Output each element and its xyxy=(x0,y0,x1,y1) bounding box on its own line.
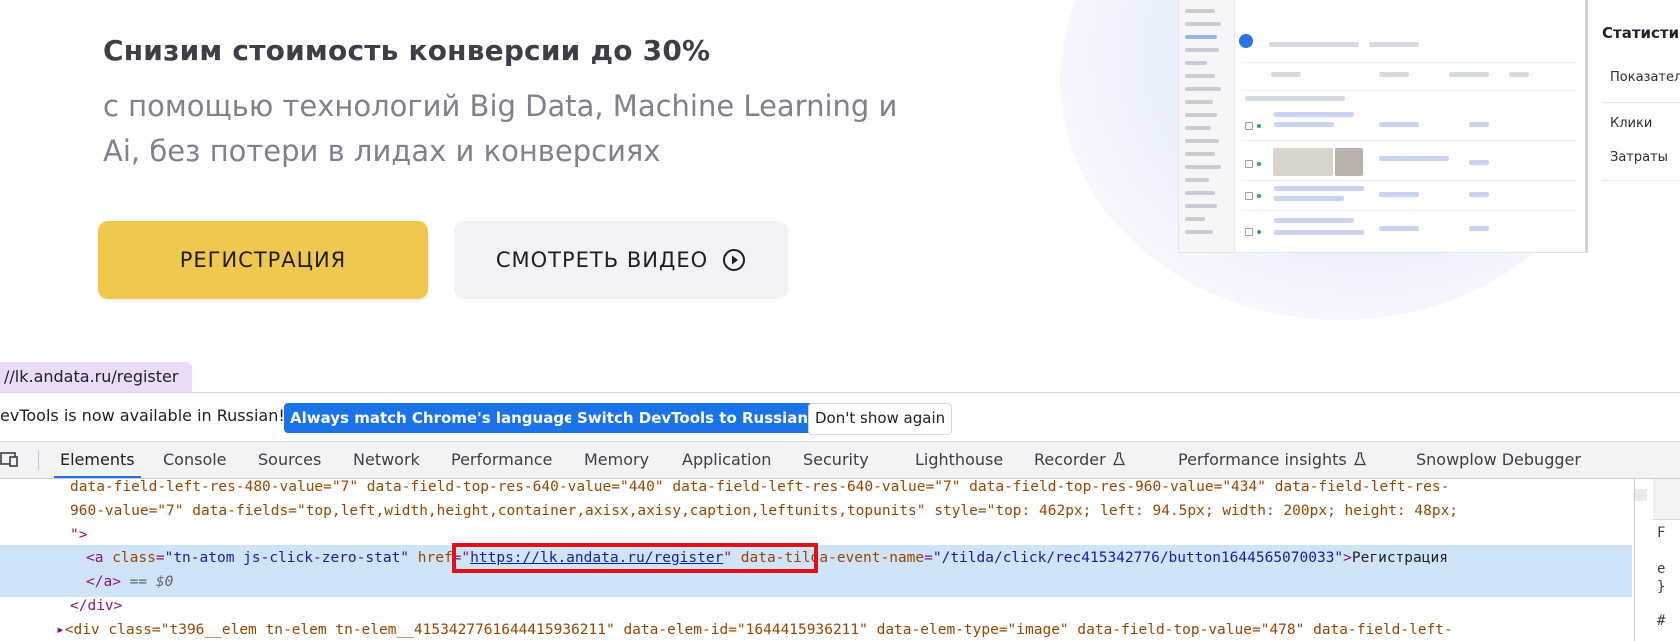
tab-network[interactable]: Network xyxy=(353,442,420,478)
dashboard-screenshot xyxy=(1178,0,1588,253)
dom-line[interactable]: 960-value="7" data-fields="top,left,widt… xyxy=(70,499,1458,523)
link-url-tooltip: //lk.andata.ru/register xyxy=(0,362,193,392)
device-toolbar-icon[interactable] xyxy=(0,451,18,467)
devtools-tabbar: Elements Console Sources Network Perform… xyxy=(0,442,1680,479)
dom-line[interactable]: "> xyxy=(70,523,87,547)
styles-tab-strip xyxy=(1653,479,1680,520)
tab-application[interactable]: Application xyxy=(682,442,771,478)
experimental-flask-icon xyxy=(1112,452,1125,466)
watch-video-button[interactable]: СМОТРЕТЬ ВИДЕО xyxy=(454,221,788,299)
dom-line[interactable]: </a> == $0 xyxy=(86,570,173,594)
tab-performance[interactable]: Performance xyxy=(451,442,552,478)
infobar-text: evTools is now available in Russian! xyxy=(0,406,285,425)
tab-elements[interactable]: Elements xyxy=(54,442,141,478)
tab-security[interactable]: Security xyxy=(803,442,869,478)
experimental-flask-icon xyxy=(1353,452,1366,466)
always-match-language-button[interactable]: Always match Chrome's language xyxy=(284,403,581,433)
hero-subheadline: с помощью технологий Big Data, Machine L… xyxy=(103,89,898,168)
dom-line[interactable]: </div> xyxy=(70,594,122,618)
tab-performance-insights-label: Performance insights xyxy=(1178,450,1347,469)
href-highlight-box xyxy=(452,543,818,573)
register-button[interactable]: РЕГИСТРАЦИЯ xyxy=(98,221,428,299)
tab-performance-insights[interactable]: Performance insights xyxy=(1178,442,1367,478)
dont-show-again-button[interactable]: Don't show again xyxy=(808,403,953,435)
side-pane-text: # xyxy=(1657,613,1666,629)
tab-recorder[interactable]: Recorder xyxy=(1034,442,1126,478)
switch-devtools-russian-button[interactable]: Switch DevTools to Russian xyxy=(571,403,815,433)
tab-sources[interactable]: Sources xyxy=(258,442,321,478)
elements-dom-tree[interactable]: data-field-left-res-480-value="7" data-f… xyxy=(0,479,1632,641)
stats-row: Показател xyxy=(1610,70,1680,85)
tab-lighthouse[interactable]: Lighthouse xyxy=(915,442,1003,478)
devtools-panel: evTools is now available in Russian! Alw… xyxy=(0,392,1680,641)
tab-recorder-label: Recorder xyxy=(1034,450,1106,469)
language-infobar: evTools is now available in Russian! Alw… xyxy=(0,393,1680,442)
landing-page: Снизим стоимость конверсии до 30% с помо… xyxy=(0,0,1680,368)
tab-console[interactable]: Console xyxy=(163,442,227,478)
hero-headline: Снизим стоимость конверсии до 30% xyxy=(103,34,711,67)
watch-video-label: СМОТРЕТЬ ВИДЕО xyxy=(495,248,709,272)
dashboard-add-icon xyxy=(1239,34,1253,48)
stats-row: Затраты xyxy=(1610,150,1668,165)
dashboard-sidebar xyxy=(1179,0,1235,252)
statistics-title: Статисти xyxy=(1602,24,1680,42)
side-pane-text: e xyxy=(1657,561,1666,577)
scrollbar[interactable] xyxy=(1635,489,1647,501)
side-pane-text: } xyxy=(1657,579,1666,595)
side-pane-text: F xyxy=(1657,525,1666,541)
play-circle-icon xyxy=(723,249,746,271)
register-button-label: РЕГИСТРАЦИЯ xyxy=(179,248,347,272)
tab-memory[interactable]: Memory xyxy=(584,442,649,478)
stats-row: Клики xyxy=(1610,116,1653,131)
tab-separator xyxy=(38,450,39,470)
styles-side-pane: F e } # xyxy=(1634,479,1680,641)
statistics-panel: Статисти Показател Клики Затраты xyxy=(1588,0,1680,270)
dom-line[interactable]: data-field-left-res-480-value="7" data-f… xyxy=(70,479,1449,499)
tab-snowplow-debugger[interactable]: Snowplow Debugger xyxy=(1416,442,1581,478)
dom-line[interactable]: ▸<div class="t396__elem tn-elem tn-elem_… xyxy=(56,618,1453,641)
